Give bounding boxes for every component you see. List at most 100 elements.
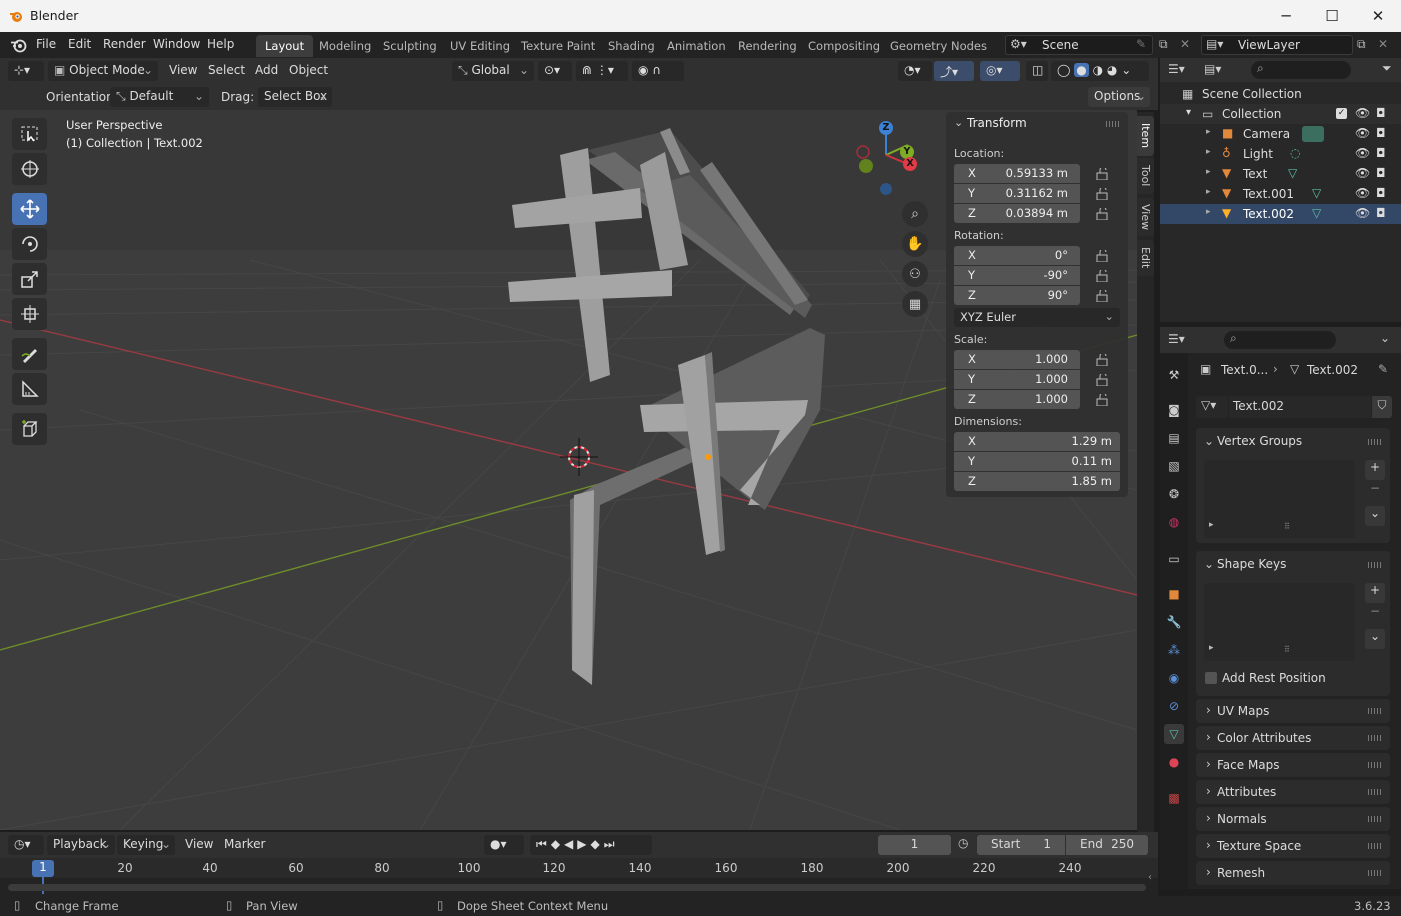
render-camera-icon[interactable]: ◘: [1376, 126, 1386, 140]
drag-handle-icon[interactable]: [1368, 789, 1382, 795]
lock-icon[interactable]: [1096, 250, 1110, 262]
editor-type-icon[interactable]: ☰▾: [1168, 332, 1185, 346]
tab-sculpting[interactable]: Sculpting: [374, 35, 446, 57]
gizmo-x-axis[interactable]: X: [903, 157, 917, 171]
face-maps-panel[interactable]: › Face Maps: [1196, 753, 1390, 777]
prev-keyframe-icon[interactable]: ◆: [551, 837, 564, 851]
eye-icon[interactable]: 👁: [1355, 126, 1370, 140]
menu-file[interactable]: File: [36, 37, 56, 51]
properties-search-input[interactable]: ⌕: [1224, 331, 1336, 349]
rotation-y-field[interactable]: Y -90°: [954, 266, 1080, 285]
timeline-scrollbar[interactable]: [8, 884, 1146, 891]
data-tab-icon[interactable]: ▽: [1164, 724, 1184, 744]
start-frame-field[interactable]: Start 1: [977, 835, 1065, 855]
texture-tab-icon[interactable]: ▩: [1164, 788, 1184, 808]
collection-tab-icon[interactable]: ▭: [1164, 549, 1184, 569]
drag-handle-icon[interactable]: [1368, 439, 1382, 445]
outliner-item-light[interactable]: ▸ ♁ Light ◌ 👁 ◘: [1160, 144, 1401, 164]
lock-icon[interactable]: [1096, 168, 1110, 180]
play-reverse-icon[interactable]: ◀: [564, 837, 577, 851]
lock-icon[interactable]: [1096, 270, 1110, 282]
tab-edit[interactable]: Edit: [1137, 240, 1154, 276]
menu-window[interactable]: Window: [153, 37, 200, 51]
outliner-scene-collection[interactable]: ▦ Scene Collection: [1160, 84, 1401, 104]
drag-handle-icon[interactable]: [1368, 870, 1382, 876]
view-layer-tab-icon[interactable]: ▧: [1164, 456, 1184, 476]
render-camera-icon[interactable]: ◘: [1376, 106, 1386, 120]
add-cube-tool[interactable]: [12, 413, 47, 445]
attributes-panel[interactable]: › Attributes: [1196, 780, 1390, 804]
world-tab-icon[interactable]: ◍: [1164, 512, 1184, 532]
move-tool[interactable]: [12, 193, 47, 225]
outliner-search-input[interactable]: ⌕: [1251, 61, 1351, 79]
transform-tool[interactable]: [12, 298, 47, 330]
color-attributes-panel[interactable]: › Color Attributes: [1196, 726, 1390, 750]
viewport-menu-add[interactable]: Add: [255, 63, 278, 77]
options-button[interactable]: Options ⌄: [1088, 87, 1150, 107]
minimize-button[interactable]: ─: [1263, 0, 1309, 32]
render-camera-icon[interactable]: ◘: [1376, 186, 1386, 200]
lock-icon[interactable]: [1096, 354, 1110, 366]
outliner-item-text-002[interactable]: ▸ ▼ Text.002 ▽ 👁 ◘: [1160, 204, 1401, 224]
timeline-menu-marker[interactable]: Marker: [224, 837, 265, 851]
tool-tab-icon[interactable]: ⚒: [1164, 365, 1184, 385]
expand-right-icon[interactable]: ▸: [1209, 520, 1214, 530]
viewport-menu-select[interactable]: Select: [208, 63, 245, 77]
visibility-button[interactable]: ◔▾: [898, 61, 932, 81]
jump-end-icon[interactable]: ⏭: [604, 837, 619, 851]
mesh-data-icon[interactable]: ▽: [1288, 166, 1297, 180]
maximize-button[interactable]: ☐: [1309, 0, 1355, 32]
end-frame-field[interactable]: End 250: [1066, 835, 1148, 855]
drag-handle-icon[interactable]: [1368, 816, 1382, 822]
transform-orientation-selector[interactable]: ⤡ Global ⌄: [452, 61, 534, 81]
scale-tool[interactable]: [12, 263, 47, 295]
editor-type-button[interactable]: ◷▾: [8, 835, 44, 855]
lock-icon[interactable]: [1096, 188, 1110, 200]
drag-handle-icon[interactable]: [1368, 843, 1382, 849]
annotate-tool[interactable]: [12, 338, 47, 370]
playhead[interactable]: 1: [32, 860, 54, 877]
expand-right-icon[interactable]: ▸: [1206, 147, 1211, 157]
eye-icon[interactable]: 👁: [1355, 106, 1370, 120]
add-rest-position-checkbox[interactable]: [1205, 672, 1217, 684]
add-shape-key-button[interactable]: +: [1365, 583, 1385, 603]
normals-panel[interactable]: › Normals: [1196, 807, 1390, 831]
new-view-layer-icon[interactable]: ⧉: [1357, 37, 1366, 52]
tab-item[interactable]: Item: [1137, 116, 1154, 156]
uv-maps-panel[interactable]: › UV Maps: [1196, 699, 1390, 723]
checkbox-icon[interactable]: ✓: [1336, 108, 1347, 119]
menu-help[interactable]: Help: [207, 37, 234, 51]
tab-modeling[interactable]: Modeling: [310, 35, 380, 57]
particles-tab-icon[interactable]: ⁂: [1164, 640, 1184, 660]
camera-view-icon[interactable]: ⚇: [902, 261, 928, 287]
expand-right-icon[interactable]: ▸: [1206, 127, 1211, 137]
lock-icon[interactable]: [1096, 290, 1110, 302]
snap-button[interactable]: ⋒ ⋮▾: [576, 61, 628, 81]
remove-shape-key-button[interactable]: −: [1365, 604, 1385, 624]
eye-icon[interactable]: 👁: [1355, 186, 1370, 200]
solid-shading-icon[interactable]: ●: [1074, 63, 1089, 77]
scale-x-field[interactable]: X 1.000: [954, 350, 1080, 369]
render-tab-icon[interactable]: ◙: [1164, 400, 1184, 420]
eye-icon[interactable]: 👁: [1355, 166, 1370, 180]
mesh-data-icon[interactable]: ▽: [1312, 206, 1321, 220]
measure-tool[interactable]: [12, 373, 47, 405]
rotation-z-field[interactable]: Z 90°: [954, 286, 1080, 305]
dimensions-z-field[interactable]: Z 1.85 m: [954, 472, 1120, 491]
play-icon[interactable]: ▶: [577, 837, 590, 851]
outliner-item-text-001[interactable]: ▸ ▼ Text.001 ▽ 👁 ◘: [1160, 184, 1401, 204]
viewport-menu-object[interactable]: Object: [289, 63, 328, 77]
tab-animation[interactable]: Animation: [658, 35, 735, 57]
render-camera-icon[interactable]: ◘: [1376, 166, 1386, 180]
mesh-data-icon[interactable]: ▽: [1312, 186, 1321, 200]
overlay-toggle[interactable]: ◎▾: [980, 61, 1020, 81]
select-box-tool[interactable]: [12, 118, 47, 150]
modifier-wrench-icon[interactable]: 🔧: [1164, 612, 1184, 632]
chevron-down-icon[interactable]: ⌄: [954, 116, 963, 129]
shape-key-specials-button[interactable]: ⌄: [1365, 629, 1385, 649]
lock-icon[interactable]: [1096, 394, 1110, 406]
outliner-collection[interactable]: ▾ ▭ Collection ✓ 👁 ◘: [1160, 104, 1401, 124]
pin-icon[interactable]: ✎: [1136, 37, 1146, 51]
drag-handle-icon[interactable]: [1368, 762, 1382, 768]
tab-uv-editing[interactable]: UV Editing: [441, 35, 519, 57]
